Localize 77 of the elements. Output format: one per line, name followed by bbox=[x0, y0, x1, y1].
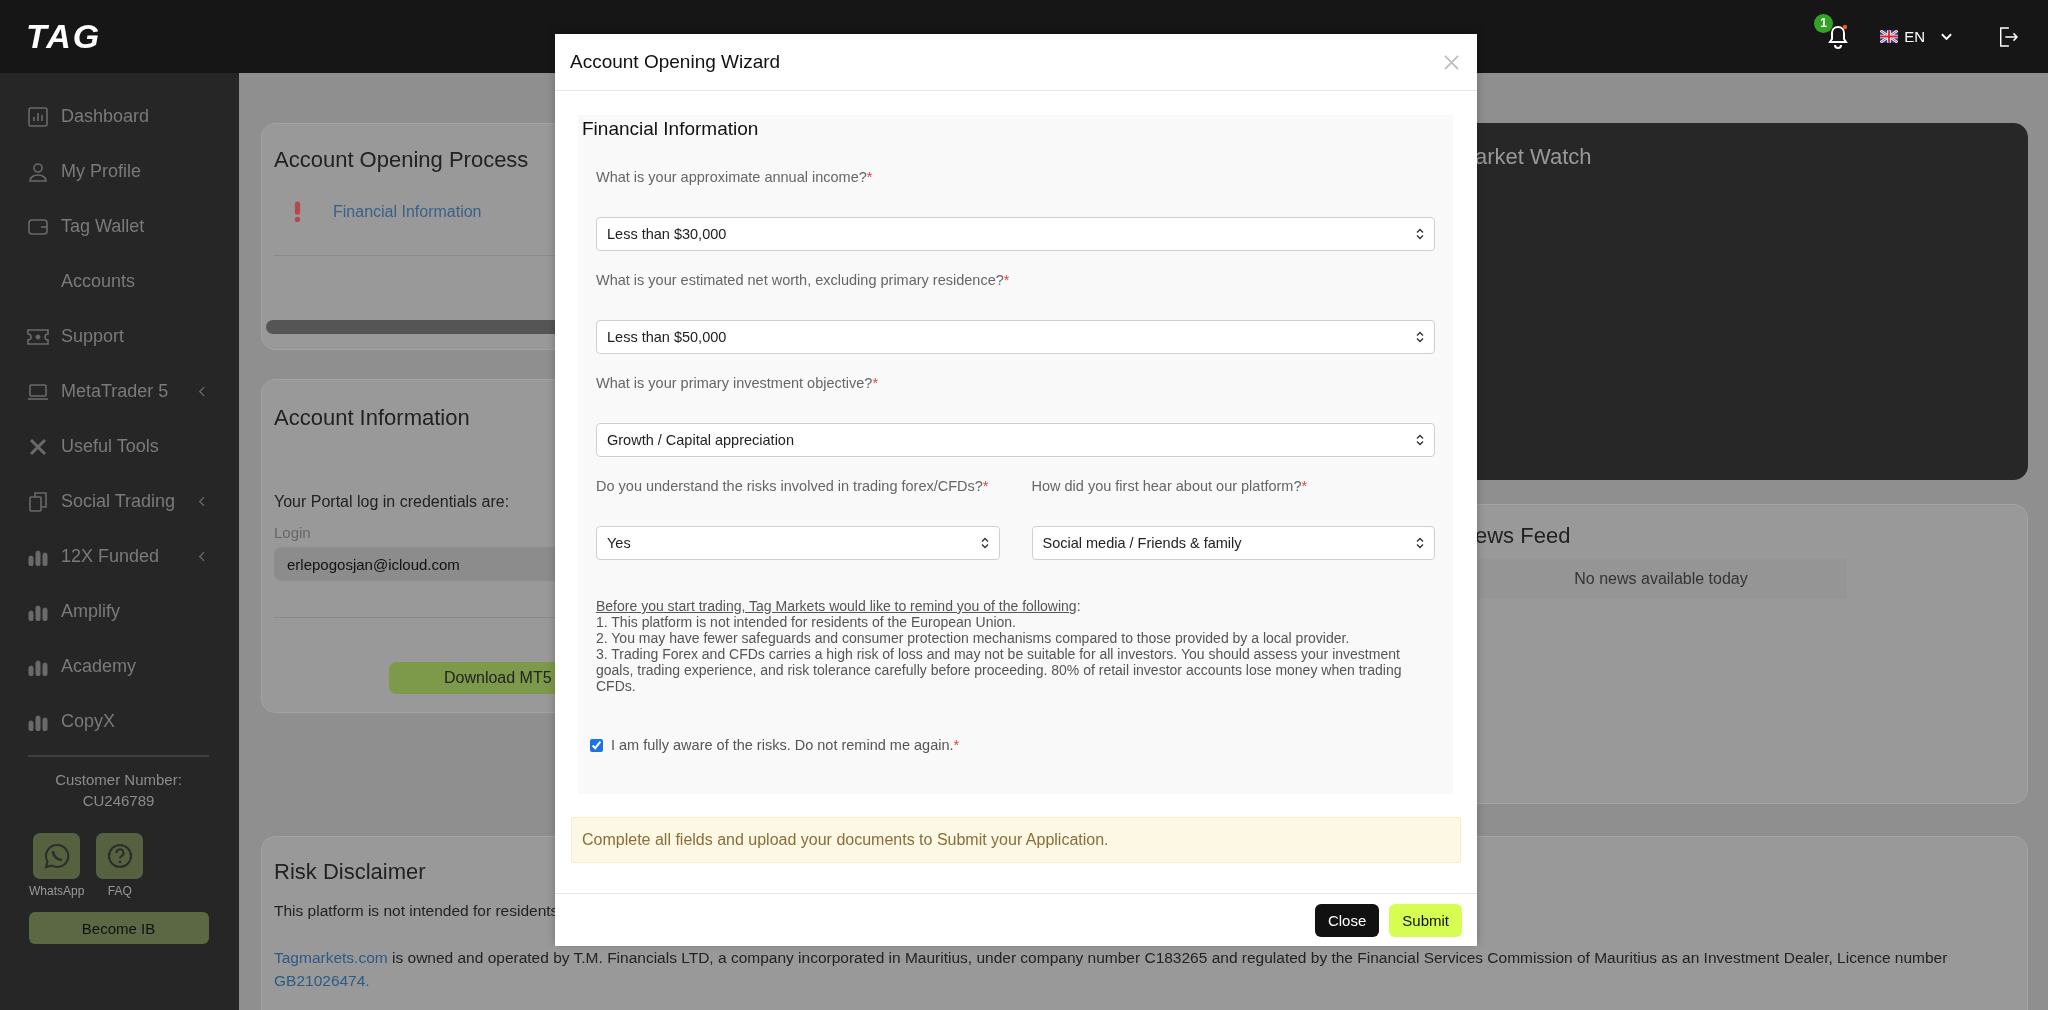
nav-item[interactable]: Dashboard bbox=[0, 89, 239, 144]
quick-link-button[interactable] bbox=[96, 833, 144, 879]
step-link[interactable]: Financial Information bbox=[333, 203, 482, 221]
chevron-down-icon bbox=[1941, 32, 1952, 41]
nav-item[interactable]: Support bbox=[0, 309, 239, 364]
reminder-point: 1. This platform is not intended for residents of the European Union. bbox=[596, 614, 1017, 630]
logout-icon[interactable] bbox=[1998, 25, 2018, 48]
chart-icon bbox=[28, 106, 48, 127]
updown-chevron-icon bbox=[1416, 537, 1424, 549]
notification-badge: 1 bbox=[1814, 13, 1834, 33]
alert-message: Complete all fields and upload your documents to Submit your Application. bbox=[571, 817, 1461, 863]
checkbox-label: I am fully aware of the risks. Do not remind me again.* bbox=[611, 737, 960, 753]
section-title: Financial Information bbox=[582, 117, 760, 141]
nav-item[interactable]: Amplify bbox=[0, 584, 239, 639]
empty-message: No news available today bbox=[1475, 559, 1847, 599]
flag-icon bbox=[1880, 30, 1899, 43]
question-label: How did you first hear about our platform?* bbox=[1031, 477, 1309, 495]
updown-chevron-icon bbox=[1416, 434, 1424, 446]
nav-item[interactable]: Tag Wallet bbox=[0, 199, 239, 254]
wallet-icon bbox=[28, 217, 48, 236]
tools-icon bbox=[28, 436, 48, 457]
ticket-icon bbox=[27, 327, 49, 346]
question-label: What is your estimated net worth, excluding primary residence?* bbox=[596, 271, 1011, 289]
chat-icon bbox=[43, 843, 70, 869]
quick-link-label: WhatsApp bbox=[29, 884, 85, 898]
nav-item[interactable]: Academy bbox=[0, 639, 239, 694]
submit-button[interactable]: Submit bbox=[1389, 903, 1462, 937]
quick-link-label: FAQ bbox=[107, 884, 132, 898]
card-title: arket Watch bbox=[1475, 144, 1593, 170]
question-label: Do you understand the risks involved in trading forex/CFDs?* bbox=[596, 477, 990, 495]
bar-chart-icon bbox=[28, 657, 48, 676]
disclaimer-text: Tagmarkets.com is owned and operated by T.M. Financials LTD, a company incorporated in Mauritius, under company number C183265 and regulated by the Financial Services Commission of Mauritius as an Investment Dealer, Licence number GB21026474. bbox=[274, 948, 1949, 991]
dropdown-field[interactable]: Growth / Capital appreciation bbox=[596, 423, 1435, 457]
nav-item[interactable]: Useful Tools bbox=[0, 419, 239, 474]
card-title: Account Opening Process bbox=[274, 147, 530, 173]
nav-item[interactable]: MetaTrader 5 bbox=[0, 364, 239, 419]
language-selector[interactable]: EN bbox=[1880, 28, 1952, 45]
credentials-text: Your Portal log in credentials are: bbox=[274, 493, 511, 511]
updown-chevron-icon bbox=[1416, 228, 1424, 240]
dropdown-field[interactable]: Less than $50,000 bbox=[596, 320, 1435, 354]
reminder-heading: Before you start trading, Tag Markets would like to remind you of the following: bbox=[596, 598, 1082, 614]
close-button[interactable]: Close bbox=[1314, 903, 1380, 937]
customer-number: CU246789 bbox=[82, 791, 155, 811]
updown-chevron-icon bbox=[1416, 331, 1424, 343]
website-link[interactable]: Tagmarkets.com bbox=[274, 949, 388, 966]
nav-item[interactable]: Social Trading bbox=[0, 474, 239, 529]
help-icon bbox=[106, 843, 133, 869]
bell-icon[interactable] bbox=[1826, 23, 1851, 50]
nav-item[interactable]: My Profile bbox=[0, 144, 239, 199]
nav-item[interactable]: CopyX bbox=[0, 694, 239, 749]
card-title: Risk Disclaimer bbox=[274, 859, 427, 885]
bar-chart-icon bbox=[28, 712, 48, 731]
user-icon bbox=[28, 161, 48, 182]
customer-number-label: Customer Number: bbox=[55, 770, 182, 790]
dropdown-field[interactable]: Yes bbox=[596, 526, 1000, 560]
dropdown-field[interactable]: Social media / Friends & family bbox=[1031, 526, 1435, 560]
bar-chart-icon bbox=[28, 602, 48, 621]
dialog-title: Account Opening Wizard bbox=[570, 51, 781, 73]
reminder-point: 2. You may have fewer safeguards and consumer protection mechanisms compared to those provided by a local provider. bbox=[596, 630, 1351, 646]
disclaimer-text: This platform is not intended for residents bbox=[274, 901, 559, 921]
nav-item[interactable]: Accounts bbox=[0, 254, 239, 309]
nav-item[interactable]: 12X Funded bbox=[0, 529, 239, 584]
bar-chart-icon bbox=[28, 547, 48, 566]
quick-link-button[interactable] bbox=[33, 833, 81, 879]
card-title: Account Information bbox=[274, 405, 471, 431]
reminder-point: 3. Trading Forex and CFDs carries a high risk of loss and may not be suitable for all investors. You should assess your investment goals, trading experience, and risk tolerance carefully before proceeding. 80% of retail investor accounts lose money when trading CFDs. bbox=[596, 646, 1403, 694]
question-label: What is your primary investment objective?* bbox=[596, 374, 880, 392]
laptop-icon bbox=[27, 382, 49, 401]
become-ib-button[interactable]: Become IB bbox=[28, 912, 209, 944]
logo: TAG bbox=[25, 17, 102, 56]
question-label: What is your approximate annual income?* bbox=[596, 168, 874, 186]
card-title: ews Feed bbox=[1475, 523, 1572, 549]
dropdown-field[interactable]: Less than $30,000 bbox=[596, 217, 1435, 251]
checkbox[interactable] bbox=[590, 738, 603, 752]
licence-link[interactable]: GB21026474. bbox=[274, 972, 370, 989]
copy-icon bbox=[28, 491, 48, 512]
updown-chevron-icon bbox=[980, 537, 989, 549]
